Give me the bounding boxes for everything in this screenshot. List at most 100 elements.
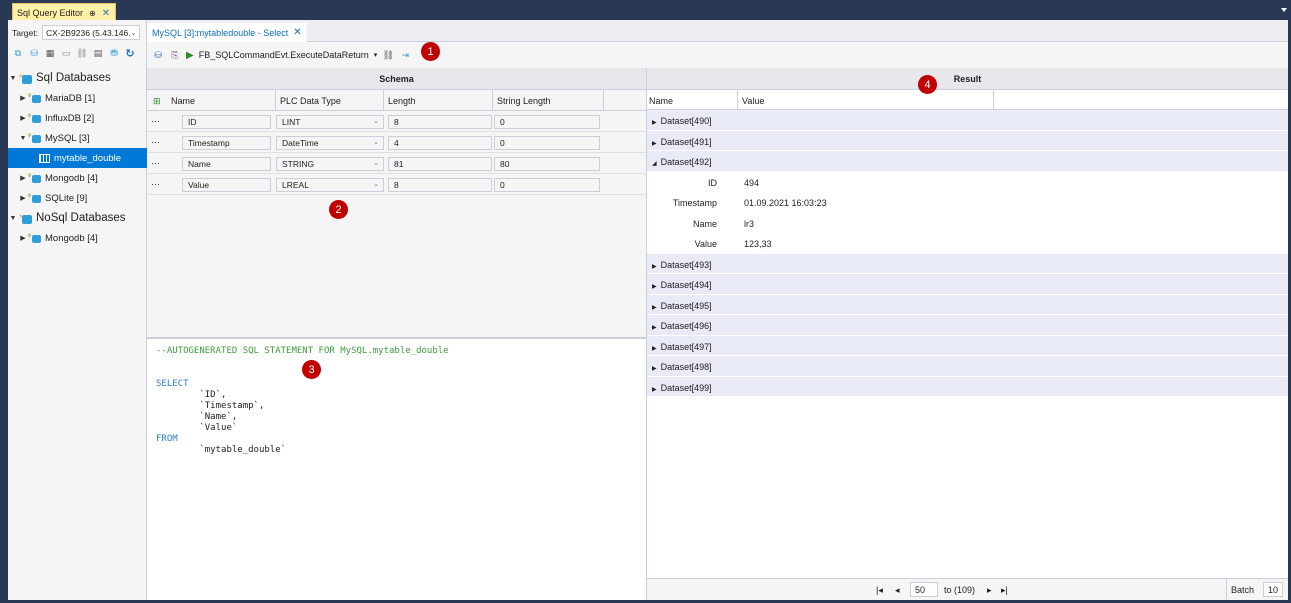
create-table-icon[interactable]: ▦ <box>44 47 56 59</box>
tree-label: Sql Databases <box>36 72 111 84</box>
type-select[interactable]: LREAL ⌄ <box>276 178 384 192</box>
sql-column: `ID`, <box>156 390 227 400</box>
page-input[interactable]: 50 <box>910 582 938 597</box>
column-separator <box>492 90 493 111</box>
dataset-row[interactable]: ▶ Dataset[499] <box>647 376 1288 397</box>
last-page-icon[interactable]: ▸| <box>1001 585 1008 596</box>
row-options-icon[interactable]: ··· <box>151 158 160 168</box>
tree-nosql-mongodb[interactable]: ▶ ᵠ Mongodb [4] <box>8 228 147 248</box>
chevron-down-icon: ⌄ <box>373 160 379 167</box>
length-field[interactable]: 8 <box>388 115 492 129</box>
tree-influxdb[interactable]: ▶ ᵠ InfluxDB [2] <box>8 108 147 128</box>
expand-arrow-icon[interactable]: ▶ <box>652 387 657 393</box>
type-select[interactable]: STRING ⌄ <box>276 157 384 171</box>
dataset-row[interactable]: ▶ Dataset[496] <box>647 315 1288 336</box>
length-field[interactable]: 8 <box>388 178 492 192</box>
dataset-row[interactable]: ▶ Dataset[491] <box>647 130 1288 151</box>
copy-icon[interactable]: ⎘ <box>169 49 181 61</box>
collapsed-arrow-icon[interactable]: ▶ <box>18 234 28 242</box>
type-select[interactable]: DateTime ⌄ <box>276 136 384 150</box>
schema-row: ··· Timestamp DateTime ⌄ 4 0 <box>147 132 646 153</box>
edit-icon[interactable]: ▭ <box>60 47 72 59</box>
sql-editor[interactable]: --AUTOGENERATED SQL STATEMENT FOR MySQL.… <box>147 337 647 600</box>
collapse-arrow-icon[interactable]: ◢ <box>652 161 657 167</box>
name-field[interactable]: Value <box>182 178 271 192</box>
save-to-plc-icon[interactable]: ⛁ <box>152 49 164 61</box>
document-tab[interactable]: MySQL [3]:mytabledouble - Select ✕ <box>147 23 307 42</box>
collapsed-arrow-icon[interactable]: ▶ <box>18 94 28 102</box>
length-field[interactable]: 4 <box>388 136 492 150</box>
target-dropdown[interactable]: CX-2B9236 (5.43.146. ⌄ <box>42 25 140 40</box>
tree-mytable-double[interactable]: mytable_double <box>8 148 147 168</box>
collapsed-arrow-icon[interactable]: ▶ <box>18 174 28 182</box>
expand-arrow-icon[interactable]: ▶ <box>652 120 657 126</box>
column-separator <box>993 90 994 110</box>
export-icon[interactable]: ⇥ <box>399 49 411 61</box>
type-select[interactable]: LINT ⌄ <box>276 115 384 129</box>
next-page-icon[interactable]: ▸ <box>987 585 992 596</box>
tree-mysql[interactable]: ▼ ᵠ MySQL [3] <box>8 128 147 148</box>
close-icon[interactable]: ✕ <box>102 8 110 19</box>
dataset-row[interactable]: ▶ Dataset[497] <box>647 335 1288 356</box>
tree-sqlite[interactable]: ▶ ᵠ SQLite [9] <box>8 188 147 208</box>
dataset-row[interactable]: ▶ Dataset[495] <box>647 294 1288 315</box>
row-options-icon[interactable]: ··· <box>151 137 160 147</box>
refresh-icon[interactable]: ↻ <box>124 47 136 60</box>
execute-icon[interactable]: ▶ <box>186 50 194 61</box>
expand-arrow-icon[interactable]: ▶ <box>652 346 657 352</box>
close-tab-icon[interactable]: ✕ <box>293 27 301 38</box>
string-length-field[interactable]: 0 <box>494 178 600 192</box>
expanded-arrow-icon[interactable]: ▼ <box>8 75 18 82</box>
expand-arrow-icon[interactable]: ▶ <box>652 264 657 270</box>
dataset-row[interactable]: ▶ Dataset[498] <box>647 356 1288 377</box>
previous-page-icon[interactable]: ◂ <box>895 585 900 596</box>
add-database-icon[interactable]: ⛁ <box>28 47 40 59</box>
dataset-row[interactable]: ▶ Dataset[493] <box>647 253 1288 274</box>
database-settings-icon[interactable]: ⛃ <box>108 47 120 59</box>
row-options-icon[interactable]: ··· <box>151 179 160 189</box>
expand-arrow-icon[interactable]: ▶ <box>652 325 657 331</box>
sql-comment: --AUTOGENERATED SQL STATEMENT FOR MySQL.… <box>156 346 449 356</box>
expanded-arrow-icon[interactable]: ▼ <box>8 215 18 222</box>
string-length-field[interactable]: 0 <box>494 136 600 150</box>
name-field[interactable]: Name <box>182 157 271 171</box>
tree-nosql-databases[interactable]: ▼ ⚡ NoSql Databases <box>8 208 147 228</box>
dataset-row[interactable]: ▶ Dataset[490] <box>647 110 1288 131</box>
tree-sql-databases[interactable]: ▼ ⚡ Sql Databases <box>8 68 147 88</box>
link-icon[interactable]: ⛓ <box>382 49 394 61</box>
dataset-row[interactable]: ▶ Dataset[494] <box>647 274 1288 295</box>
length-field[interactable]: 81 <box>388 157 492 171</box>
expand-arrow-icon[interactable]: ▶ <box>652 305 657 311</box>
collapsed-arrow-icon[interactable]: ▶ <box>18 194 28 202</box>
expand-arrow-icon[interactable]: ▶ <box>652 284 657 290</box>
name-field[interactable]: ID <box>182 115 271 129</box>
table-icon <box>39 153 50 163</box>
tree-mongodb[interactable]: ▶ ᵠ Mongodb [4] <box>8 168 147 188</box>
schema-row: ··· Name STRING ⌄ 81 80 <box>147 153 646 174</box>
collapsed-arrow-icon[interactable]: ▶ <box>18 114 28 122</box>
chevron-down-icon[interactable]: ▾ <box>374 51 378 59</box>
link-icon[interactable]: ⛓ <box>76 47 88 59</box>
pin-icon[interactable]: ⊕ <box>89 9 96 18</box>
tool-window-tab[interactable]: Sql Query Editor ⊕ ✕ <box>12 3 117 20</box>
first-page-icon[interactable]: |◂ <box>876 585 883 596</box>
batch-input[interactable]: 10 <box>1263 582 1283 597</box>
result-panel: Result Name Value ▶ Dataset[490] ▶ Dataset… <box>647 68 1288 600</box>
expanded-arrow-icon[interactable]: ▼ <box>18 135 28 142</box>
name-field[interactable]: Timestamp <box>182 136 271 150</box>
string-length-field[interactable]: 0 <box>494 115 600 129</box>
database-tree: ▼ ⚡ Sql Databases ▶ ᵠ MariaDB [1] ▶ ᵠ In… <box>8 68 147 248</box>
table-settings-icon[interactable]: ▤ <box>92 47 104 59</box>
expand-arrow-icon[interactable]: ▶ <box>652 366 657 372</box>
col-name: Name <box>171 96 196 106</box>
function-block-dropdown[interactable]: FB_SQLCommandEvt.ExecuteDataReturn <box>199 50 369 60</box>
row-options-icon[interactable]: ··· <box>151 116 160 126</box>
dataset-row-expanded[interactable]: ◢ Dataset[492] <box>647 151 1288 172</box>
add-row-icon[interactable]: ⊞ <box>153 96 161 107</box>
tree-label: SQLite [9] <box>45 192 88 204</box>
string-length-field[interactable]: 80 <box>494 157 600 171</box>
add-connection-icon[interactable]: ⧉ <box>12 47 24 59</box>
expand-arrow-icon[interactable]: ▶ <box>652 141 657 147</box>
tree-mariadb[interactable]: ▶ ᵠ MariaDB [1] <box>8 88 147 108</box>
window-menu-chevron-icon[interactable] <box>1281 8 1287 12</box>
